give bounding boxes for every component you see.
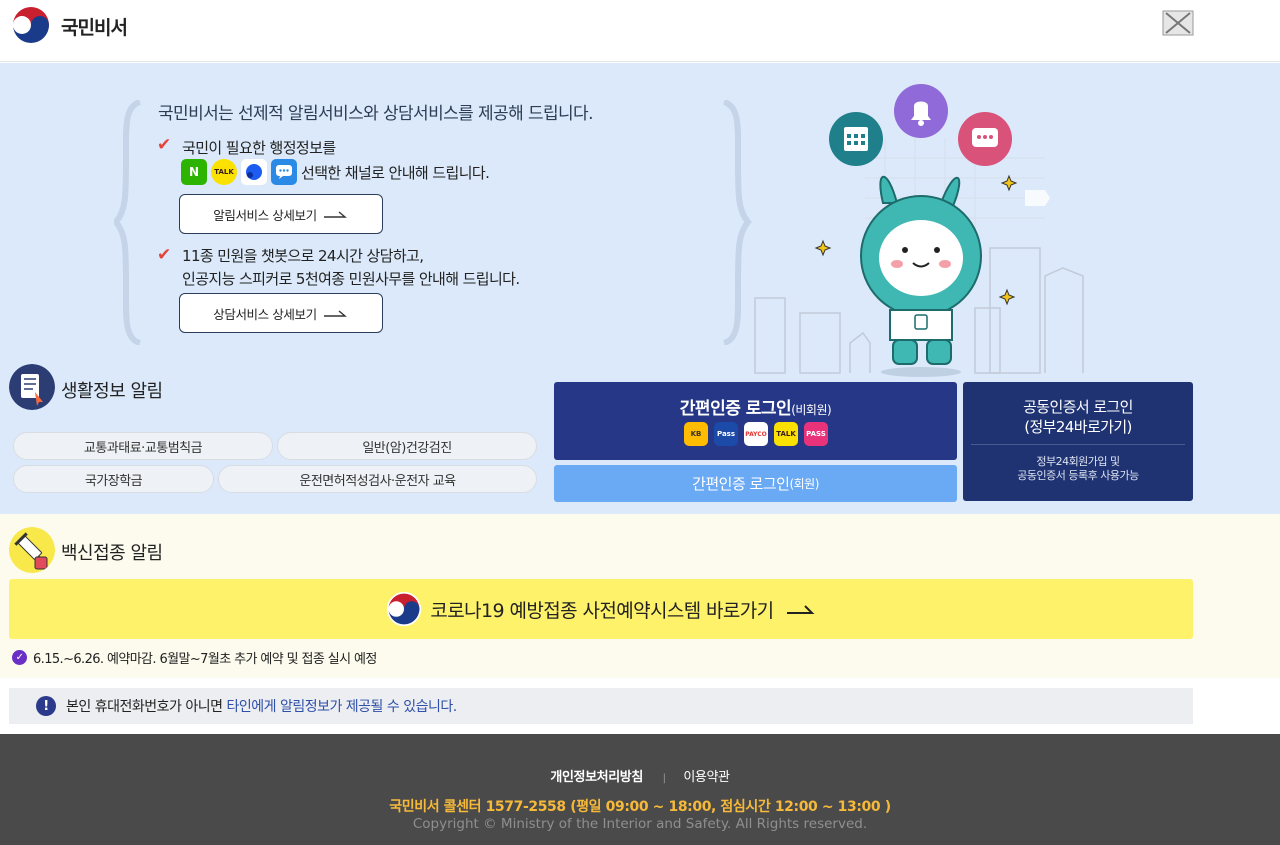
government-logo-icon[interactable] xyxy=(10,4,52,46)
feature1-line2: 선택한 채널로 안내해 드립니다. xyxy=(301,164,490,182)
life-item-scholarship[interactable]: 국가장학금 xyxy=(13,465,214,493)
copyright: Copyright © Ministry of the Interior and… xyxy=(412,816,868,832)
check-icon: ✔ xyxy=(157,135,172,155)
warning-highlight: 타인에게 알림정보가 제공될 수 있습니다. xyxy=(226,699,457,715)
mascot-illustration xyxy=(754,84,1084,377)
feature2-line2: 인공지능 스피커로 5천여종 민원사무를 안내해 드립니다. xyxy=(182,270,520,288)
consult-service-detail-button[interactable]: 상담서비스 상세보기 xyxy=(179,293,383,333)
cert-divider xyxy=(971,444,1185,445)
pass-icon: PASS xyxy=(804,422,828,446)
vaccine-notice: ✓ 6.15.~6.26. 예약마감. 6월말~7월초 추가 예약 및 접종 실… xyxy=(12,648,377,667)
simple-auth-label: 간편인증 로그인(비회원) xyxy=(679,399,832,419)
checklist-icon xyxy=(9,364,55,410)
footer: 개인정보처리방침 | 이용약관 국민비서 콜센터 1577-2558 (평일 0… xyxy=(0,734,1280,845)
check-circle-icon: ✓ xyxy=(12,650,27,665)
toss-icon xyxy=(241,159,267,185)
feature2-line1: 11종 민원을 챗봇으로 24시간 상담하고, xyxy=(182,247,424,265)
payco-icon: PAYCO xyxy=(744,422,768,446)
cert-note-2: 공동인증서 등록후 사용가능 xyxy=(1017,469,1139,482)
notify-button-label: 알림서비스 상세보기 xyxy=(213,207,317,223)
left-brace-decoration xyxy=(114,100,142,345)
brand-title[interactable]: 국민비서 xyxy=(61,13,128,40)
auth-provider-icons: KB Pass PAYCO TALK PASS xyxy=(684,422,828,446)
hero-intro: 국민비서는 선제적 알림서비스와 상담서비스를 제공해 드립니다. xyxy=(158,104,594,124)
life-info-title: 생활정보 알림 xyxy=(61,381,163,402)
kakaotalk-icon: TALK xyxy=(211,159,237,185)
terms-link[interactable]: 이용약관 xyxy=(683,770,730,785)
covid-vaccine-reservation-button[interactable]: 코로나19 예방접종 사전예약시스템 바로가기 xyxy=(9,579,1193,639)
footer-links: 개인정보처리방침 | 이용약관 xyxy=(0,766,1280,785)
arrow-right-icon xyxy=(323,310,347,317)
life-item-health-checkup[interactable]: 일반(암)건강검진 xyxy=(277,432,537,460)
cert-title: 공동인증서 로그인 xyxy=(1023,398,1133,416)
arrow-right-icon xyxy=(323,211,347,218)
kb-icon: KB xyxy=(684,422,708,446)
arrow-right-icon xyxy=(786,605,814,614)
footer-separator: | xyxy=(662,773,666,784)
check-icon: ✔ xyxy=(157,245,172,265)
notify-service-detail-button[interactable]: 알림서비스 상세보기 xyxy=(179,194,383,234)
cert-subtitle: (정부24바로가기) xyxy=(1024,418,1132,436)
header: 국민비서 xyxy=(0,0,1280,62)
exclamation-icon: ! xyxy=(36,696,56,716)
callcenter-info: 국민비서 콜센터 1577-2558 (평일 09:00 ~ 18:00, 점심… xyxy=(389,799,891,815)
close-icon[interactable] xyxy=(1162,9,1194,37)
privacy-policy-link[interactable]: 개인정보처리방침 xyxy=(550,770,643,785)
naver-icon: N xyxy=(181,159,207,185)
message-icon xyxy=(271,159,297,185)
life-item-driver-license[interactable]: 운전면허적성검사·운전자 교육 xyxy=(218,465,537,493)
feature1-line1: 국민이 필요한 행정정보를 xyxy=(182,139,336,157)
vaccine-button-label: 코로나19 예방접종 사전예약시스템 바로가기 xyxy=(430,599,774,622)
samsung-pass-icon: Pass xyxy=(714,422,738,446)
vaccine-notice-text: 6.15.~6.26. 예약마감. 6월말~7월초 추가 예약 및 접종 실시 … xyxy=(33,652,377,667)
simple-auth-login-member-button[interactable]: 간편인증 로그인 (회원) xyxy=(554,465,957,502)
joint-certificate-login-button[interactable]: 공동인증서 로그인 (정부24바로가기) 정부24회원가입 및 공동인증서 등록… xyxy=(963,382,1193,501)
syringe-icon xyxy=(9,527,55,573)
phone-warning-banner: ! 본인 휴대전화번호가 아니면 타인에게 알림정보가 제공될 수 있습니다. xyxy=(9,688,1193,724)
vaccine-title: 백신접종 알림 xyxy=(61,543,163,564)
consult-button-label: 상담서비스 상세보기 xyxy=(213,306,317,322)
kakao-icon: TALK xyxy=(774,422,798,446)
warning-prefix: 본인 휴대전화번호가 아니면 xyxy=(66,699,223,715)
government-logo-icon xyxy=(387,591,422,627)
simple-auth-login-nonmember-button[interactable]: 간편인증 로그인(비회원) KB Pass PAYCO TALK PASS xyxy=(554,382,957,460)
life-item-traffic-fine[interactable]: 교통과태료·교통범칙금 xyxy=(13,432,273,460)
